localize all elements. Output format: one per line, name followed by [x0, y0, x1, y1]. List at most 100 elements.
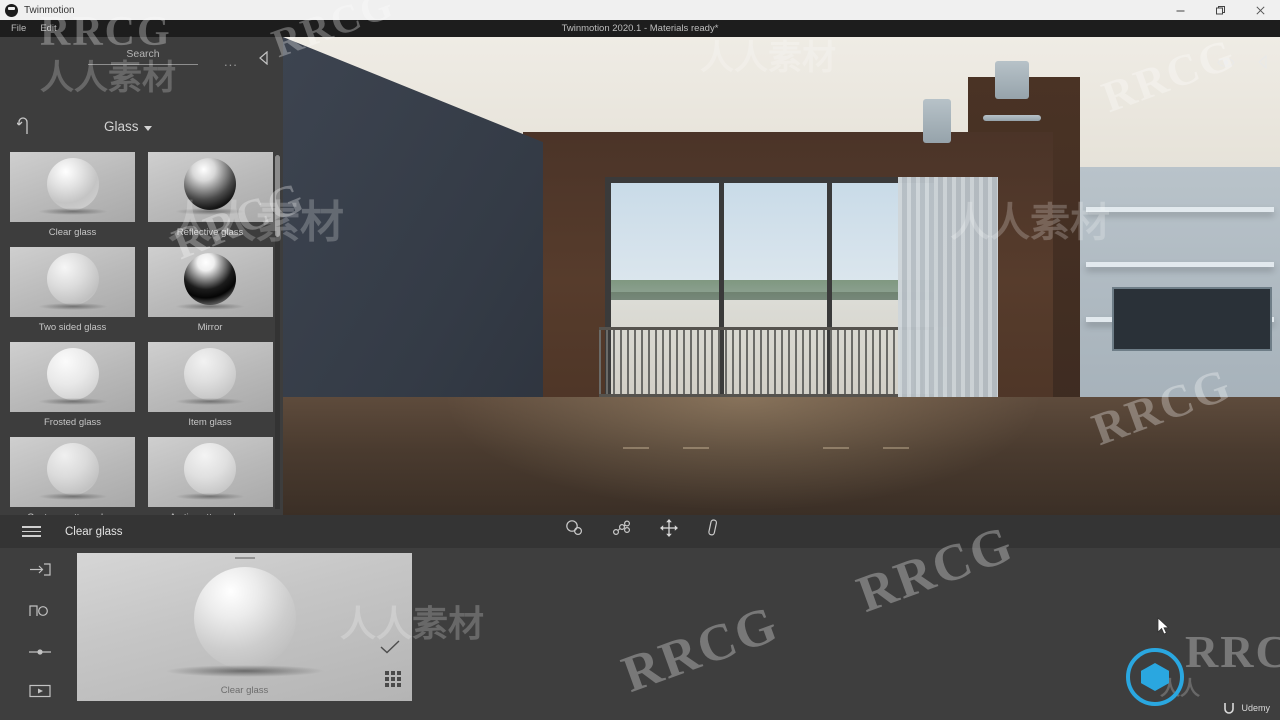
- material-thumbnail[interactable]: [147, 342, 273, 412]
- material-sphere-shadow: [175, 398, 245, 405]
- material-thumbnail[interactable]: [10, 342, 135, 412]
- material-item[interactable]: Frosted glass: [10, 342, 135, 437]
- material-item[interactable]: Reflective glass: [147, 152, 273, 247]
- search-placeholder: Search: [126, 48, 160, 60]
- material-sphere-icon: [46, 253, 99, 306]
- scene-shelf: [1086, 262, 1274, 267]
- material-sphere-shadow: [175, 208, 245, 215]
- material-sphere-shadow: [175, 493, 245, 500]
- scene-sky: [611, 183, 934, 293]
- scene-pendant-lamp: [995, 61, 1029, 99]
- close-button[interactable]: [1240, 0, 1280, 20]
- material-thumbnail[interactable]: [147, 437, 273, 507]
- scene-balcony-railing: [599, 327, 949, 397]
- picker-tool[interactable]: [705, 518, 721, 543]
- back-arrow-icon[interactable]: [15, 117, 33, 140]
- collapse-panel-icon[interactable]: [1257, 54, 1268, 74]
- material-sphere-shadow: [37, 398, 108, 405]
- material-item[interactable]: Clear glass: [10, 152, 135, 247]
- material-sphere-icon: [46, 443, 99, 496]
- mouse-cursor: [1157, 617, 1170, 641]
- material-sphere-shadow: [175, 303, 245, 310]
- twinmotion-window: Twinmotion File Edit Twinmotion 2020.1 -…: [0, 0, 1280, 720]
- library-overflow-button[interactable]: ...: [224, 55, 238, 68]
- scene-tv: [1112, 287, 1272, 351]
- import-icon[interactable]: [29, 563, 51, 581]
- material-label: Clear glass: [48, 227, 97, 238]
- scrollbar-thumb[interactable]: [275, 155, 280, 237]
- maximize-button[interactable]: [1200, 0, 1240, 20]
- slider-icon[interactable]: [28, 644, 52, 662]
- hamburger-menu-icon[interactable]: [22, 526, 41, 537]
- objects-tool[interactable]: [611, 519, 633, 542]
- material-sphere-icon: [46, 348, 99, 401]
- graph-icon[interactable]: [29, 603, 51, 622]
- material-item[interactable]: Item glass: [147, 342, 273, 437]
- material-library-panel: Search ... Glass Clear glass Reflective g: [0, 37, 283, 515]
- material-sphere-icon: [46, 158, 99, 211]
- material-item[interactable]: Arctic pattern glass: [147, 437, 273, 515]
- preview-handle: [234, 557, 255, 559]
- material-label: Contora pattern glass: [10, 507, 135, 515]
- material-sphere-icon: [184, 158, 236, 211]
- preview-shadow: [164, 665, 325, 677]
- title-bar: Twinmotion: [0, 0, 1280, 20]
- udemy-watermark: Udemy: [1223, 702, 1270, 714]
- material-item[interactable]: Contora pattern glass: [10, 437, 135, 515]
- watermark-logo-glyph: [1141, 663, 1169, 691]
- selected-material-name: Clear glass: [65, 525, 123, 538]
- menu-bar: File Edit Twinmotion 2020.1 - Materials …: [0, 20, 1280, 37]
- material-preview[interactable]: Clear glass: [77, 553, 412, 701]
- material-thumbnail[interactable]: [147, 247, 273, 317]
- material-item[interactable]: Two sided glass: [10, 247, 135, 342]
- search-input[interactable]: Search: [88, 48, 198, 65]
- udemy-logo-icon: [1224, 703, 1235, 714]
- preview-label: Clear glass: [220, 685, 269, 696]
- scene-pendant-lamp: [923, 99, 951, 143]
- material-label: Two sided glass: [38, 322, 107, 333]
- material-sphere-shadow: [37, 208, 108, 215]
- udemy-label: Udemy: [1241, 703, 1270, 713]
- material-sphere-icon: [184, 443, 236, 496]
- scene-floor-light: [433, 397, 1053, 515]
- material-sphere-shadow: [37, 303, 108, 310]
- material-label: Frosted glass: [43, 417, 102, 428]
- preview-sphere: [193, 567, 296, 670]
- material-sphere-icon: [184, 253, 236, 306]
- material-item[interactable]: Mirror: [147, 247, 273, 342]
- scene-floor-highlight: [623, 447, 649, 449]
- grid-view-icon[interactable]: [385, 671, 401, 687]
- video-icon[interactable]: [29, 684, 51, 703]
- checkmark-icon[interactable]: [380, 640, 400, 659]
- minimize-button[interactable]: [1160, 0, 1200, 20]
- material-label: Reflective glass: [176, 227, 244, 238]
- move-tool[interactable]: [659, 518, 679, 543]
- material-thumbnail[interactable]: [10, 247, 135, 317]
- material-label: Mirror: [197, 322, 223, 333]
- 3d-viewport[interactable]: [283, 37, 1280, 515]
- viewport-controls: [1217, 54, 1268, 74]
- materials-tool[interactable]: [565, 519, 585, 542]
- material-label: Item glass: [188, 417, 232, 428]
- editor-toolbar: [565, 518, 721, 543]
- watermark-logo: [1126, 648, 1184, 706]
- library-scrollbar[interactable]: [275, 155, 280, 509]
- material-label: Arctic pattern glass: [148, 507, 273, 515]
- category-dropdown[interactable]: Glass: [104, 119, 152, 134]
- material-thumbnail[interactable]: [147, 152, 273, 222]
- eye-icon[interactable]: [1217, 56, 1235, 74]
- menu-item-file[interactable]: File: [4, 20, 33, 37]
- material-thumbnail[interactable]: [10, 152, 135, 222]
- editor-side-toolbar: [18, 563, 62, 720]
- scene-ceiling-fixture: [983, 115, 1041, 121]
- material-thumbnail[interactable]: [10, 437, 135, 507]
- material-sphere-icon: [184, 348, 236, 401]
- scene-shelf: [1086, 207, 1274, 212]
- menu-item-edit[interactable]: Edit: [33, 20, 63, 37]
- search-underline: [88, 64, 198, 65]
- material-sphere-shadow: [37, 493, 108, 500]
- collapse-left-icon[interactable]: [258, 50, 269, 70]
- app-logo-icon: [5, 3, 18, 17]
- app-name-label: Twinmotion: [24, 4, 75, 16]
- chevron-down-icon: [143, 125, 152, 131]
